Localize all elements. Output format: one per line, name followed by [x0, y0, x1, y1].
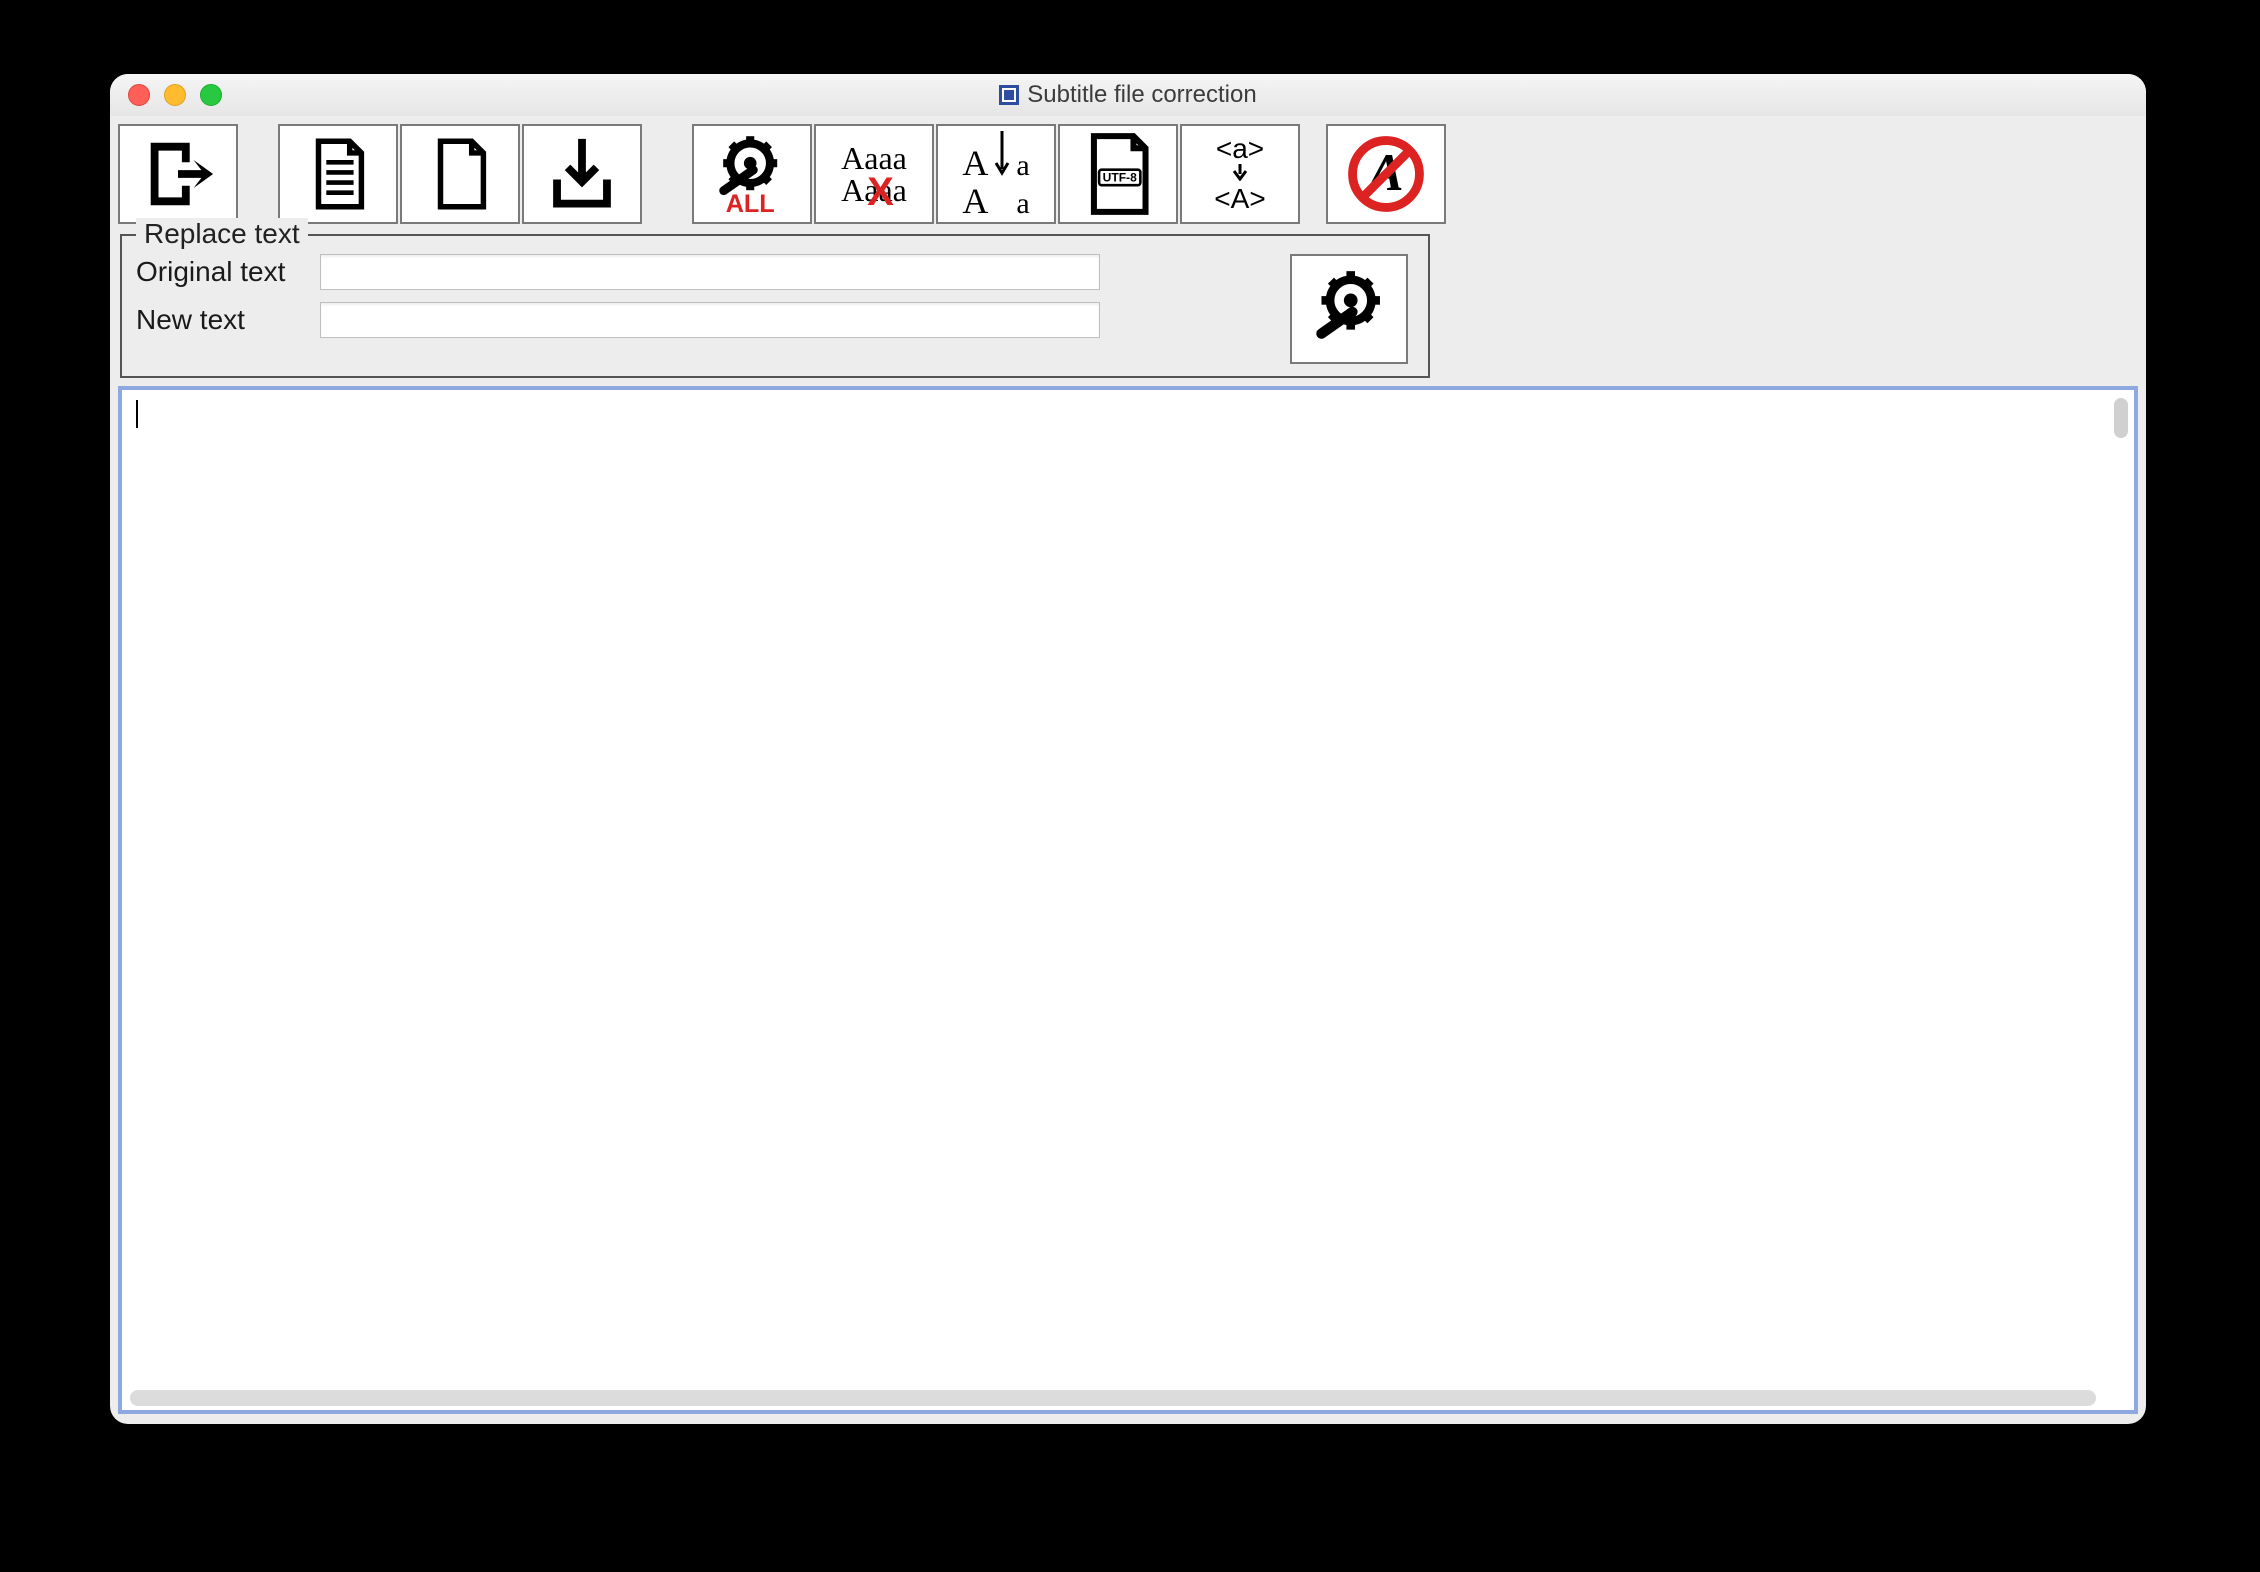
red-x-icon: X	[867, 172, 894, 212]
tag-case-icon: <a> <A>	[1214, 135, 1265, 213]
case-convert-icon: A a A a	[962, 129, 1029, 219]
minimize-window-button[interactable]	[164, 84, 186, 106]
remove-dup-lines-button[interactable]: Aaaa Aaaa X	[814, 124, 934, 224]
vertical-scrollbar[interactable]	[2114, 398, 2128, 438]
remove-duplicate-text-icon: Aaaa Aaaa X	[841, 142, 907, 206]
utf8-file-icon: UTF-8	[1075, 131, 1161, 217]
replace-execute-button[interactable]	[1290, 254, 1408, 364]
case-A2: A	[962, 183, 988, 219]
original-text-label: Original text	[136, 256, 306, 288]
replace-text-group: Replace text Original text New text	[120, 234, 1430, 378]
window-title: Subtitle file correction	[110, 81, 2146, 109]
editor-frame	[118, 386, 2138, 1414]
exit-button[interactable]	[118, 124, 238, 224]
arrow-down-icon	[994, 129, 1010, 181]
no-style-icon: A	[1342, 130, 1430, 218]
case-A1: A	[962, 145, 988, 181]
disable-styling-button[interactable]: A	[1326, 124, 1446, 224]
traffic-lights	[110, 84, 222, 106]
all-badge-text: ALL	[726, 190, 775, 218]
case-a2: a	[1016, 189, 1029, 219]
case-a1: a	[1016, 151, 1029, 181]
toolbar: ALL Aaaa Aaaa X A	[110, 116, 2146, 386]
title-bar: Subtitle file correction	[110, 74, 2146, 116]
new-text-label: New text	[136, 304, 306, 336]
original-text-input[interactable]	[320, 254, 1100, 290]
window-title-text: Subtitle file correction	[1027, 81, 1256, 109]
exit-icon	[139, 135, 217, 213]
arrow-down-icon	[1232, 163, 1248, 181]
new-text-input[interactable]	[320, 302, 1100, 338]
utf8-encode-button[interactable]: UTF-8	[1058, 124, 1178, 224]
subtitle-editor[interactable]	[126, 394, 2130, 1406]
open-file-button[interactable]	[278, 124, 398, 224]
utf8-badge-text: UTF-8	[1103, 171, 1137, 185]
save-download-button[interactable]	[522, 124, 642, 224]
maximize-window-button[interactable]	[200, 84, 222, 106]
close-window-button[interactable]	[128, 84, 150, 106]
gear-wrench-all-icon: ALL	[704, 129, 800, 219]
tag-bottom: <A>	[1214, 185, 1265, 213]
horizontal-scrollbar[interactable]	[130, 1390, 2096, 1406]
text-cursor	[136, 400, 138, 428]
tag-case-button[interactable]: <a> <A>	[1180, 124, 1300, 224]
replace-group-label: Replace text	[136, 218, 308, 250]
change-case-button[interactable]: A a A a	[936, 124, 1056, 224]
gear-wrench-icon	[1306, 266, 1392, 352]
download-icon	[543, 135, 621, 213]
blank-document-icon	[421, 135, 499, 213]
tag-top: <a>	[1214, 135, 1265, 163]
new-file-button[interactable]	[400, 124, 520, 224]
app-window: Subtitle file correction	[110, 74, 2146, 1424]
document-lines-icon	[299, 135, 377, 213]
app-icon	[999, 85, 1019, 105]
fix-all-button[interactable]: ALL	[692, 124, 812, 224]
